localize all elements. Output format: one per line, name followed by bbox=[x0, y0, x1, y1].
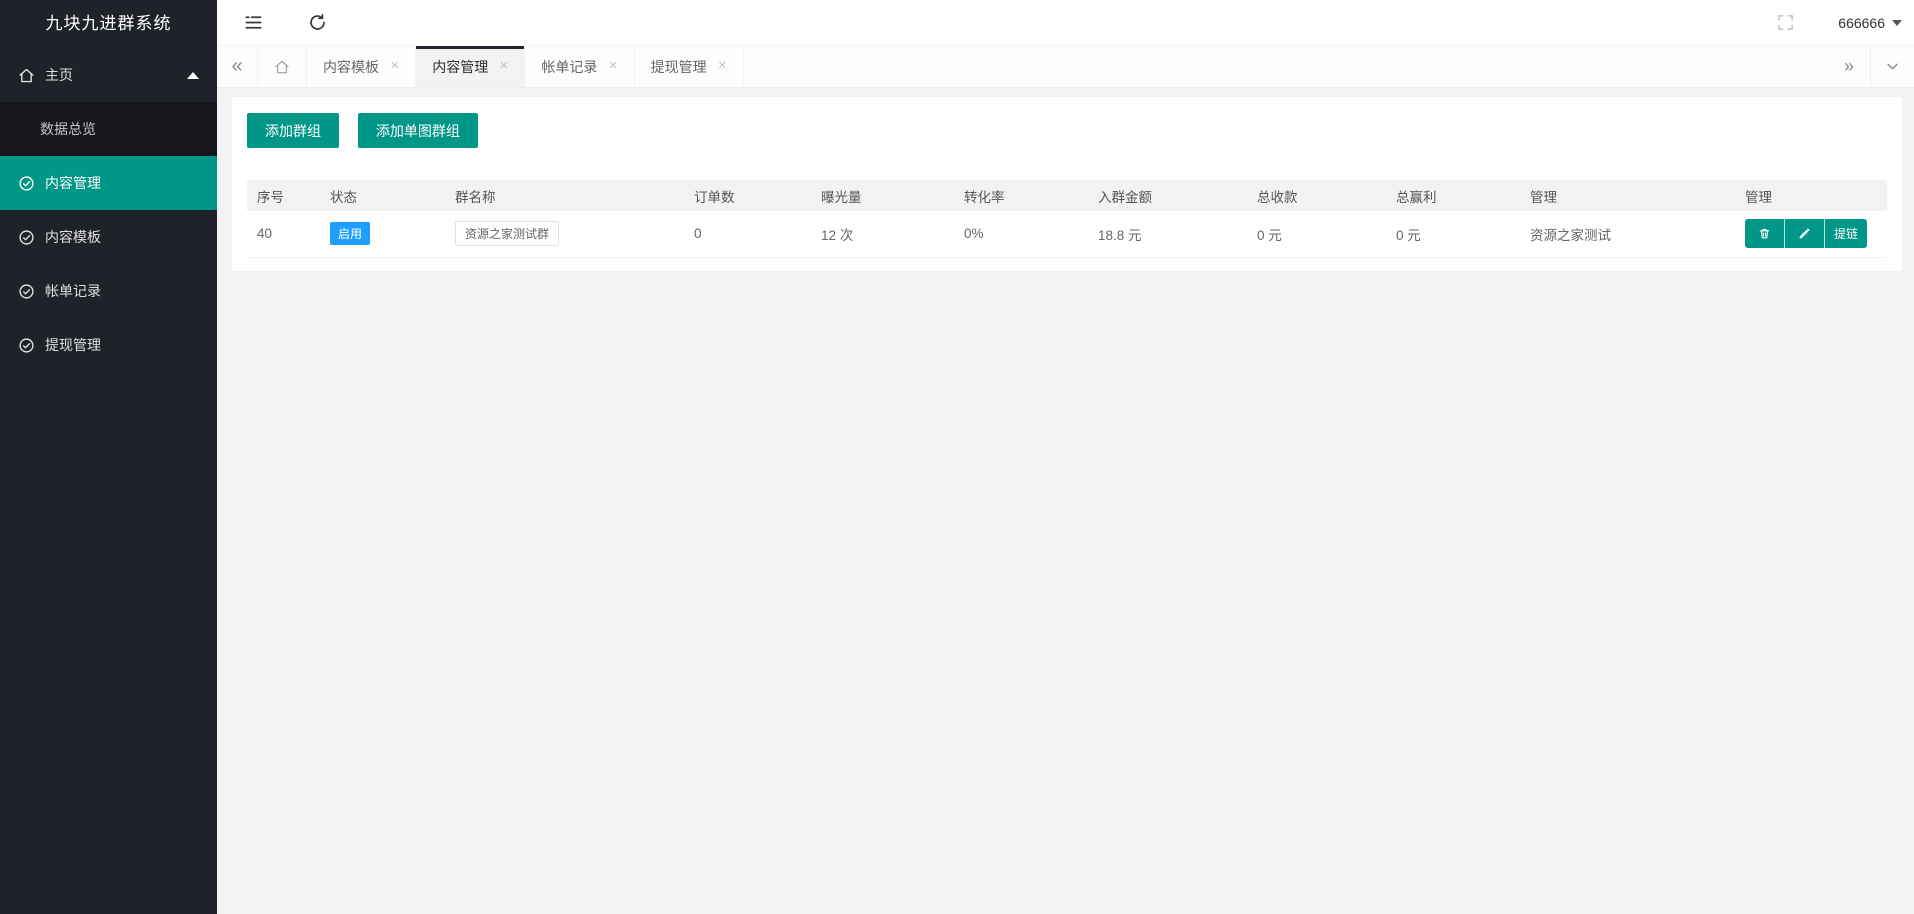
caret-down-icon bbox=[1892, 20, 1902, 26]
withdraw-chain-button[interactable]: 提链 bbox=[1825, 219, 1867, 248]
fullscreen-icon[interactable] bbox=[1774, 12, 1796, 34]
col-status: 状态 bbox=[320, 180, 445, 211]
col-total-profit: 总赢利 bbox=[1386, 180, 1520, 211]
sidebar-item-label: 内容模板 bbox=[45, 227, 101, 247]
status-badge: 启用 bbox=[330, 222, 370, 245]
refresh-icon[interactable] bbox=[306, 12, 328, 34]
col-join-amount: 入群金额 bbox=[1088, 180, 1247, 211]
tabbar: « 内容模板 ✕ 内容管理 ✕ 帐单记录 ✕ 提现管理 ✕ » bbox=[217, 46, 1914, 88]
sidebar-item-label: 内容管理 bbox=[45, 173, 101, 193]
cell-group-name: 资源之家测试群 bbox=[445, 211, 684, 257]
tab-withdraw-manage[interactable]: 提现管理 ✕ bbox=[635, 46, 744, 87]
content-panel: 添加群组 添加单图群组 序号 状态 群名称 订单数 曝 bbox=[232, 97, 1902, 271]
close-icon[interactable]: ✕ bbox=[390, 61, 399, 72]
group-name-tag: 资源之家测试群 bbox=[455, 221, 559, 246]
cell-manager: 资源之家测试 bbox=[1520, 211, 1735, 257]
main-area: 666666 « 内容模板 ✕ 内容管理 ✕ 帐单记录 ✕ 提现管 bbox=[217, 0, 1914, 914]
app-title: 九块九进群系统 bbox=[0, 0, 217, 48]
cell-total-income: 0 元 bbox=[1247, 211, 1386, 257]
col-seq: 序号 bbox=[247, 180, 320, 211]
pencil-icon bbox=[1798, 227, 1811, 240]
col-manager: 管理 bbox=[1520, 180, 1735, 211]
col-exposure: 曝光量 bbox=[811, 180, 954, 211]
tab-label: 内容管理 bbox=[432, 57, 488, 77]
close-icon[interactable]: ✕ bbox=[608, 61, 617, 72]
cell-seq: 40 bbox=[247, 211, 320, 257]
col-conversion: 转化率 bbox=[954, 180, 1088, 211]
check-badge-icon bbox=[18, 337, 35, 354]
home-icon bbox=[274, 59, 290, 75]
collapse-menu-icon[interactable] bbox=[242, 12, 264, 34]
tab-content-manage[interactable]: 内容管理 ✕ bbox=[416, 46, 525, 87]
sidebar: 九块九进群系统 主页 数据总览 内容管理 内容模板 bbox=[0, 0, 217, 914]
tab-label: 内容模板 bbox=[323, 57, 379, 77]
cell-orders: 0 bbox=[684, 211, 811, 257]
sidebar-item-bill-records[interactable]: 帐单记录 bbox=[0, 264, 217, 318]
close-icon[interactable]: ✕ bbox=[499, 61, 508, 72]
home-icon bbox=[18, 67, 35, 84]
col-total-income: 总收款 bbox=[1247, 180, 1386, 211]
tabs-menu-icon[interactable] bbox=[1870, 46, 1914, 87]
cell-total-profit: 0 元 bbox=[1386, 211, 1520, 257]
add-single-image-group-button[interactable]: 添加单图群组 bbox=[358, 113, 478, 148]
tab-label: 提现管理 bbox=[651, 57, 707, 77]
groups-table: 序号 状态 群名称 订单数 曝光量 转化率 入群金额 总收款 总赢利 管理 管理 bbox=[247, 180, 1887, 258]
check-badge-icon bbox=[18, 229, 35, 246]
add-group-button[interactable]: 添加群组 bbox=[247, 113, 339, 148]
sidebar-item-label: 主页 bbox=[45, 65, 73, 85]
tabs-scroll-right-icon[interactable]: » bbox=[1828, 46, 1870, 87]
check-badge-icon bbox=[18, 175, 35, 192]
sidebar-item-withdraw-manage[interactable]: 提现管理 bbox=[0, 318, 217, 372]
cell-status: 启用 bbox=[320, 211, 445, 257]
close-icon[interactable]: ✕ bbox=[718, 61, 727, 72]
col-group-name: 群名称 bbox=[445, 180, 684, 211]
sidebar-item-label: 帐单记录 bbox=[45, 281, 101, 301]
sidebar-item-home[interactable]: 主页 bbox=[0, 48, 217, 102]
col-orders: 订单数 bbox=[684, 180, 811, 211]
tab-bill-records[interactable]: 帐单记录 ✕ bbox=[525, 46, 634, 87]
edit-button[interactable] bbox=[1785, 219, 1825, 248]
sidebar-item-content-manage[interactable]: 内容管理 bbox=[0, 156, 217, 210]
delete-button[interactable] bbox=[1745, 219, 1785, 248]
tab-content-template[interactable]: 内容模板 ✕ bbox=[307, 46, 416, 87]
sidebar-item-label: 提现管理 bbox=[45, 335, 101, 355]
cell-exposure: 12 次 bbox=[811, 211, 954, 257]
topbar: 666666 bbox=[217, 0, 1914, 46]
col-actions: 管理 bbox=[1735, 180, 1887, 211]
tab-home[interactable] bbox=[257, 46, 307, 87]
tab-label: 帐单记录 bbox=[541, 57, 597, 77]
check-badge-icon bbox=[18, 283, 35, 300]
row-action-group: 提链 bbox=[1745, 219, 1867, 248]
content-area: 添加群组 添加单图群组 序号 状态 群名称 订单数 曝 bbox=[217, 88, 1914, 914]
table-row: 40 启用 资源之家测试群 0 12 次 0% 18.8 元 0 元 bbox=[247, 211, 1887, 257]
username: 666666 bbox=[1838, 15, 1885, 31]
tabs-scroll-left-icon[interactable]: « bbox=[217, 46, 257, 87]
sidebar-item-label: 数据总览 bbox=[40, 119, 96, 139]
cell-join-amount: 18.8 元 bbox=[1088, 211, 1247, 257]
caret-up-icon bbox=[187, 72, 199, 79]
cell-conversion: 0% bbox=[954, 211, 1088, 257]
sidebar-item-data-overview[interactable]: 数据总览 bbox=[0, 102, 217, 156]
table-header-row: 序号 状态 群名称 订单数 曝光量 转化率 入群金额 总收款 总赢利 管理 管理 bbox=[247, 180, 1887, 211]
cell-actions: 提链 bbox=[1735, 211, 1887, 257]
trash-icon bbox=[1758, 227, 1771, 240]
sidebar-item-content-template[interactable]: 内容模板 bbox=[0, 210, 217, 264]
app-window: 九块九进群系统 主页 数据总览 内容管理 内容模板 bbox=[0, 0, 1914, 914]
user-menu[interactable]: 666666 bbox=[1838, 15, 1902, 31]
